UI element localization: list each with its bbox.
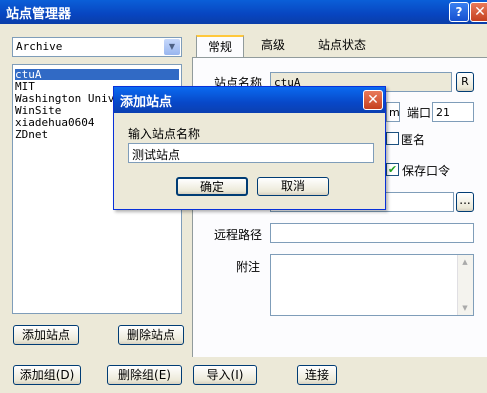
host-field[interactable]: m (386, 102, 400, 122)
site-name-input[interactable]: 测试站点 (128, 143, 374, 163)
add-group-button[interactable]: 添加组(D) (13, 365, 81, 385)
ok-button[interactable]: 确定 (176, 177, 248, 196)
connect-button[interactable]: 连接 (297, 365, 337, 385)
port-field[interactable]: 21 (432, 102, 474, 122)
delete-group-button[interactable]: 删除组(E) (107, 365, 182, 385)
window-title: 站点管理器 (6, 7, 72, 22)
archive-select-value: Archive (16, 40, 63, 53)
dialog-title: 添加站点 (120, 95, 173, 110)
site-list-item[interactable]: xiadehua0604 (15, 117, 94, 128)
help-button[interactable]: ? (449, 2, 469, 22)
delete-site-button[interactable]: 删除站点 (118, 325, 184, 345)
site-list-item[interactable]: ctuA (15, 69, 179, 80)
notes-scrollbar[interactable]: ▲ ▼ (457, 255, 473, 315)
dialog-close-button[interactable]: ✕ (363, 90, 383, 110)
notes-textarea[interactable]: ▲ ▼ (270, 254, 474, 316)
tab-general[interactable]: 常规 (196, 35, 244, 57)
archive-select[interactable]: Archive ▼ (12, 37, 182, 57)
tab-site-status[interactable]: 站点状态 (307, 35, 377, 57)
anonymous-label: 匿名 (401, 133, 426, 147)
import-button[interactable]: 导入(I) (193, 365, 257, 385)
add-site-dialog: 添加站点 ✕ 输入站点名称 测试站点 确定 取消 (113, 86, 386, 210)
window-close-button[interactable]: ✕ (470, 2, 487, 22)
scroll-down-icon[interactable]: ▼ (459, 302, 471, 314)
save-password-label: 保存口令 (402, 164, 451, 178)
chevron-down-icon[interactable]: ▼ (164, 39, 180, 55)
port-label: 端口 (407, 106, 432, 120)
remote-path-label: 远程路径 (214, 228, 263, 242)
add-site-button[interactable]: 添加站点 (13, 325, 79, 345)
remote-path-field[interactable] (270, 223, 474, 243)
save-password-checkbox[interactable]: ✔ (386, 163, 399, 176)
window-title-bar: 站点管理器 ? ✕ (0, 0, 487, 24)
notes-label: 附注 (236, 260, 261, 274)
site-list-item[interactable]: WinSite (15, 105, 61, 116)
anonymous-checkbox[interactable] (386, 132, 399, 145)
browse-button[interactable]: ... (456, 192, 474, 212)
dialog-prompt: 输入站点名称 (128, 127, 201, 141)
site-list-item[interactable]: Washington Univer (15, 93, 128, 104)
dialog-title-bar: 添加站点 ✕ (114, 87, 385, 113)
cancel-button[interactable]: 取消 (257, 177, 329, 196)
rename-button[interactable]: R (456, 72, 474, 92)
tab-advanced[interactable]: 高级 (250, 35, 296, 57)
scroll-up-icon[interactable]: ▲ (459, 256, 471, 268)
site-list-item[interactable]: MIT (15, 81, 35, 92)
site-list-item[interactable]: ZDnet (15, 129, 48, 140)
